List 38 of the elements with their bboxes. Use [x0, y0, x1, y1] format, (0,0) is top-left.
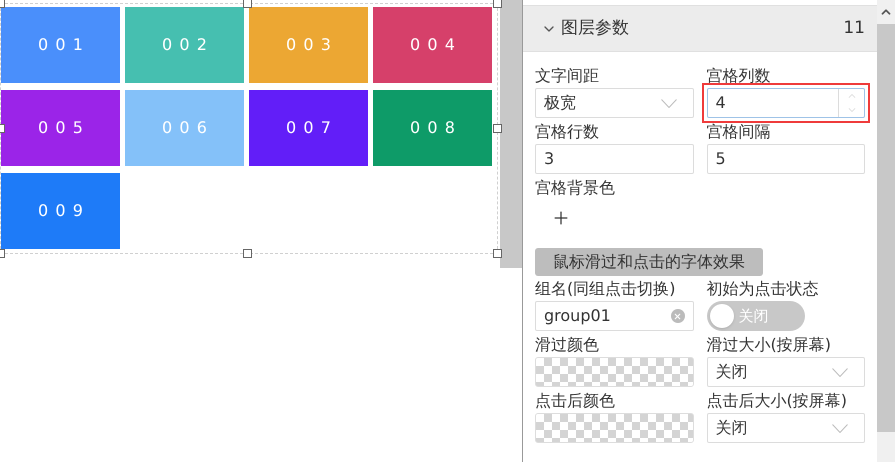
panel-header[interactable]: 图层参数 11	[523, 5, 877, 52]
dropdown-field[interactable]: 关闭	[706, 357, 865, 387]
input-field[interactable]: 5	[706, 144, 865, 174]
grid-tile[interactable]: 009	[1, 173, 120, 249]
grid-tile[interactable]: 004	[373, 7, 492, 83]
resize-handle[interactable]	[243, 249, 252, 258]
grid-tile[interactable]: 007	[249, 90, 368, 166]
color-swatch[interactable]	[535, 357, 694, 387]
field-label: 文字间距	[535, 65, 600, 87]
dropdown-field[interactable]: 极宽	[535, 88, 694, 118]
grid-tile[interactable]: 008	[373, 90, 492, 166]
field-label: 点击后颜色	[535, 390, 616, 412]
scroll-thumb[interactable]	[500, 0, 522, 268]
panel-title: 图层参数	[561, 16, 629, 40]
count: 11	[843, 16, 865, 40]
color-swatch[interactable]	[535, 413, 694, 443]
resize-handle[interactable]	[493, 0, 502, 8]
field-label: 滑过颜色	[535, 334, 600, 356]
input-field[interactable]: group01	[535, 301, 694, 331]
field-label: 宫格列数	[706, 65, 772, 87]
section-button[interactable]: 鼠标滑过和点击的字体效果	[535, 248, 763, 276]
field-label: 初始为点击状态	[706, 278, 820, 300]
field-label: 宫格间隔	[706, 121, 772, 143]
input-field[interactable]: 3	[535, 144, 694, 174]
resize-handle[interactable]	[493, 249, 502, 258]
chevron-icon	[660, 98, 676, 108]
chevron-icon	[832, 424, 848, 432]
dropdown-field[interactable]: 关闭	[706, 413, 865, 443]
field-label: 点击后大小(按屏幕)	[706, 390, 848, 412]
chevron-icon	[832, 368, 848, 376]
field-label: 宫格行数	[535, 121, 600, 143]
grid-tile[interactable]: 005	[1, 90, 120, 166]
field-label: 组名(同组点击切换)	[535, 278, 676, 300]
resize-handle[interactable]	[243, 0, 252, 8]
field-label: 滑过大小(按屏幕)	[706, 334, 832, 356]
scroll-thumb[interactable]	[877, 24, 895, 432]
resize-handle[interactable]	[493, 124, 502, 133]
field-label: 宫格背景色	[535, 177, 616, 199]
